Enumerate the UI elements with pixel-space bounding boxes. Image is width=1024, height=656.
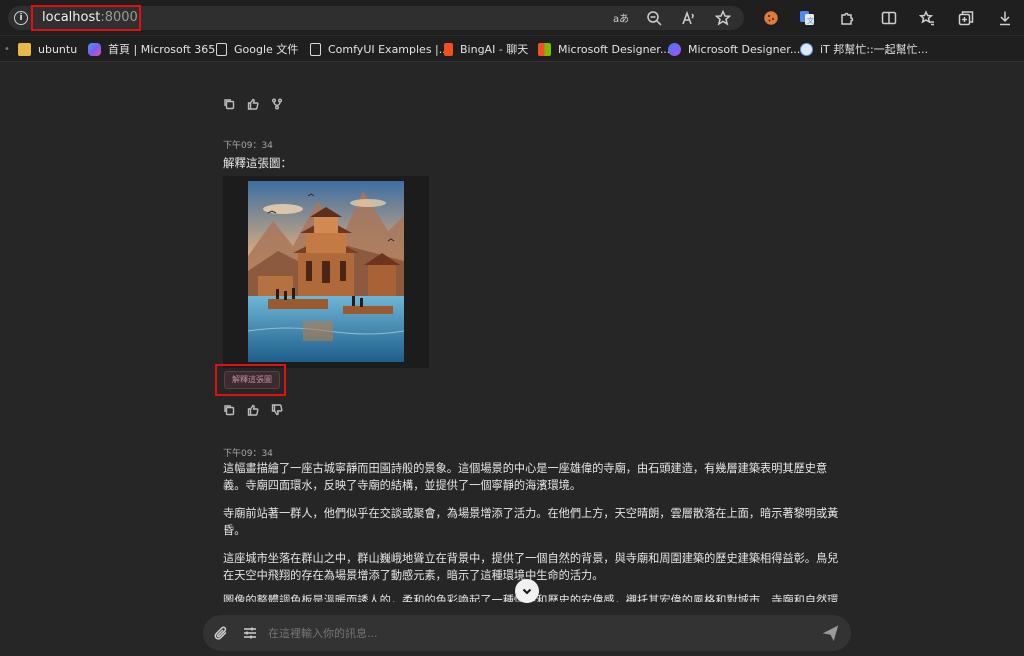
microsoft-icon (538, 42, 551, 56)
cookie-extension-icon[interactable] (762, 9, 780, 27)
downloads-icon[interactable] (996, 9, 1014, 27)
chevron-down-icon (522, 588, 532, 595)
bookmark-label: ComfyUI Examples |... (328, 42, 450, 56)
bookmark-bingai[interactable]: BingAI - 聊天 (444, 41, 528, 57)
user-message-text: 解釋這張圖： (223, 156, 292, 170)
temple-painting-image[interactable] (248, 181, 404, 362)
m365-icon (88, 42, 101, 56)
site-info-icon[interactable]: i (14, 11, 28, 25)
copy-icon[interactable] (223, 404, 235, 416)
collections-icon[interactable] (957, 9, 975, 27)
bookmark-label: Google 文件 (234, 43, 299, 56)
bookmark-microsoft-365[interactable]: 首頁 | Microsoft 365 (88, 41, 215, 57)
bookmark-comfyui[interactable]: ComfyUI Examples |... (310, 41, 449, 57)
previous-message-actions (223, 98, 283, 110)
scroll-to-bottom-button[interactable] (515, 579, 539, 603)
bookmark-microsoft-designer-1[interactable]: Microsoft Designer... (538, 41, 670, 57)
browser-toolbar: i localhost:8000 aあ 文 (0, 0, 1024, 36)
bookmark-label: ubuntu (38, 42, 78, 56)
bookmark-label: iT 邦幫忙::一起幫忙... (820, 43, 929, 56)
bookmark-label: BingAI - 聊天 (460, 43, 529, 56)
read-aloud-icon[interactable] (680, 9, 698, 27)
svg-text:文: 文 (807, 16, 814, 25)
settings-sliders-icon[interactable] (242, 625, 258, 641)
google-translate-extension-icon[interactable]: 文 (798, 9, 816, 27)
ithome-icon (800, 42, 813, 56)
bookmark-label: Microsoft Designer... (688, 42, 801, 56)
bookmark-separator: • (4, 44, 10, 55)
bookmark-label: 首頁 | Microsoft 365 (108, 43, 216, 56)
designer-icon (668, 42, 681, 56)
bookmark-google-docs[interactable]: Google 文件 (216, 41, 298, 57)
ai-paragraph: 這座城市坐落在群山之中，群山巍峨地聳立在背景中，提供了一個自然的背景，與寺廟和周… (223, 552, 839, 582)
paperclip-icon[interactable] (213, 625, 229, 641)
ai-paragraph: 這幅畫描繪了一座古城寧靜而田園詩般的景象。這個場景的中心是一座雄偉的寺廟，由石頭… (223, 462, 828, 492)
svg-text:aあ: aあ (613, 13, 628, 25)
bookmark-label: Microsoft Designer... (558, 42, 671, 56)
send-icon[interactable] (822, 625, 839, 642)
user-message-time: 下午09：34 (223, 141, 273, 151)
folder-icon (18, 42, 31, 56)
zoom-out-icon[interactable] (645, 9, 663, 27)
url-highlight-box (31, 5, 141, 31)
thumbs-up-icon[interactable] (247, 404, 259, 416)
page-icon (310, 42, 321, 56)
copy-icon[interactable] (223, 98, 235, 110)
split-screen-icon[interactable] (880, 9, 898, 27)
bookmarks-bar: • ubuntu 首頁 | Microsoft 365 Google 文件 Co… (0, 36, 1024, 62)
translate-icon[interactable]: aあ (611, 9, 629, 27)
thumbs-up-icon[interactable] (247, 98, 259, 110)
thumbs-down-icon[interactable] (271, 404, 283, 416)
bookmark-ubuntu[interactable]: ubuntu (18, 41, 77, 57)
bookmark-microsoft-designer-2[interactable]: Microsoft Designer... (668, 41, 800, 57)
bookmark-ithome[interactable]: iT 邦幫忙::一起幫忙... (800, 41, 928, 57)
message-actions (223, 404, 283, 416)
message-input[interactable] (268, 627, 788, 640)
fork-icon[interactable] (271, 98, 283, 110)
extensions-puzzle-icon[interactable] (838, 9, 856, 27)
favorite-star-icon[interactable] (714, 9, 732, 27)
image-caption-tag: 解釋這張圖 (224, 371, 280, 389)
ai-paragraph: 寺廟前站著一群人，他們似乎在交談或聚會，為場景增添了活力。在他們上方，天空晴朗，… (223, 507, 839, 537)
ai-message-time: 下午09：34 (223, 449, 273, 459)
page-icon (216, 42, 227, 56)
bing-icon (444, 42, 453, 56)
favorites-list-icon[interactable] (918, 9, 936, 27)
